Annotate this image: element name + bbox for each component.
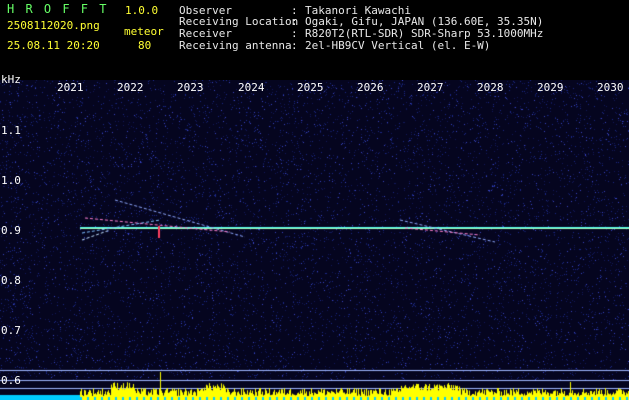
- info-sep-antenna: :: [291, 39, 298, 52]
- year-tick-2027: 2027: [417, 81, 444, 94]
- freq-tick-1.0: 1.0: [1, 174, 21, 187]
- year-tick-2029: 2029: [537, 81, 564, 94]
- year-tick-2023: 2023: [177, 81, 204, 94]
- year-tick-2025: 2025: [297, 81, 324, 94]
- app-version: 1.0.0: [125, 4, 159, 17]
- file-name: 2508112020.png: [7, 19, 100, 32]
- freq-tick-0.7: 0.7: [1, 324, 21, 337]
- freq-tick-1.1: 1.1: [1, 124, 21, 137]
- freq-tick-0.6: 0.6: [1, 374, 21, 387]
- info-value-antenna: 2el-HB9CV Vertical (el. E-W): [305, 39, 491, 52]
- year-tick-2030: 2030: [597, 81, 624, 94]
- app-title: H R O F F T: [7, 2, 109, 16]
- year-tick-2022: 2022: [117, 81, 144, 94]
- spectrogram-canvas: [0, 80, 629, 400]
- freq-tick-0.8: 0.8: [1, 274, 21, 287]
- freq-tick-0.9: 0.9: [1, 224, 21, 237]
- year-tick-2028: 2028: [477, 81, 504, 94]
- year-tick-2021: 2021: [57, 81, 84, 94]
- meteor-count: 80: [138, 39, 152, 52]
- date-time: 25.08.11 20:20: [7, 39, 100, 52]
- axis-unit-label: kHz: [1, 73, 21, 86]
- mode-label: meteor: [124, 25, 164, 38]
- year-tick-2024: 2024: [238, 81, 265, 94]
- info-label-antenna: Receiving antenna: [179, 39, 292, 52]
- header-panel: H R O F F T 1.0.0 2508112020.png meteor …: [0, 0, 629, 80]
- year-tick-2026: 2026: [357, 81, 384, 94]
